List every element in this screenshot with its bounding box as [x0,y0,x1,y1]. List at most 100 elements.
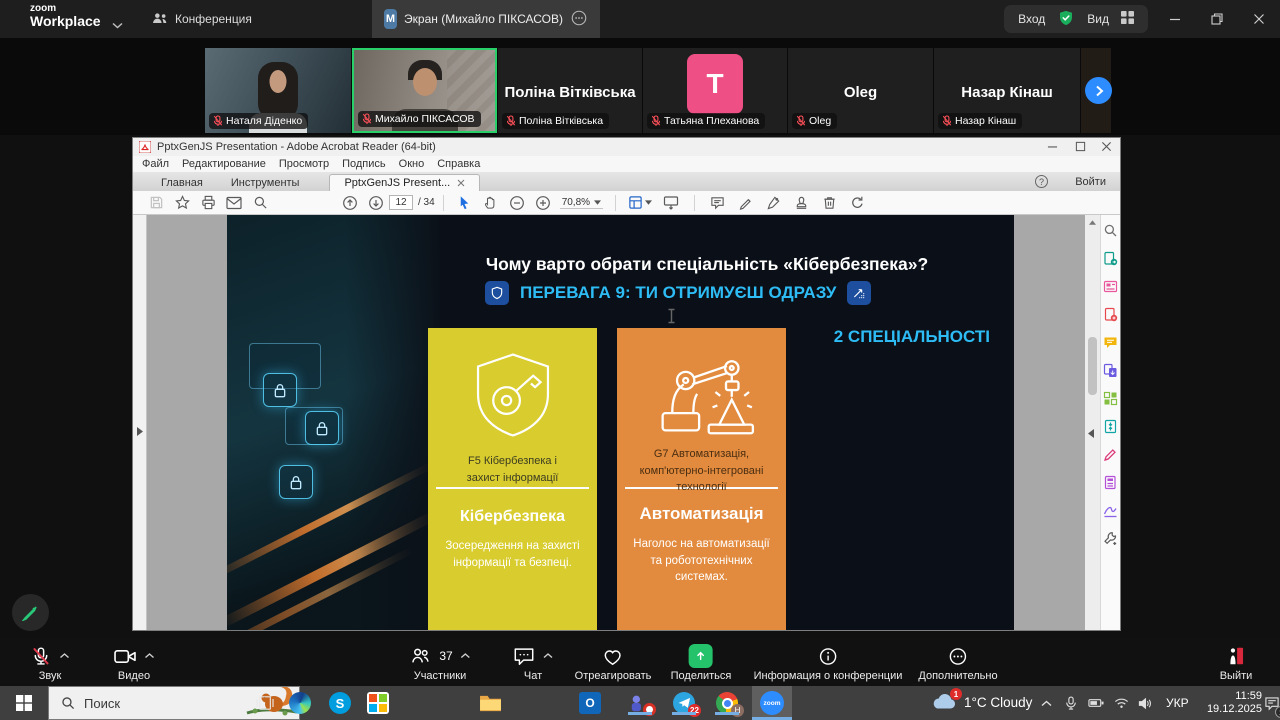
participant-tile[interactable]: Наталя Діденко [205,48,351,133]
chevron-up-icon[interactable] [543,653,553,659]
annotate-button[interactable] [12,594,49,631]
window-restore-button[interactable] [1206,8,1228,30]
weather-widget[interactable]: 1 [930,692,958,717]
hand-tool-button[interactable] [478,195,504,210]
chevron-up-icon[interactable] [461,653,471,659]
tray-battery-icon[interactable] [1084,691,1108,715]
menu-sign[interactable]: Подпись [342,158,386,170]
chevron-up-icon[interactable] [60,653,70,659]
tray-language[interactable]: УКР [1166,686,1189,720]
search-icon[interactable] [1103,223,1118,238]
zoom-in-button[interactable] [530,195,556,211]
edge-button[interactable] [288,691,312,715]
participant-tile[interactable]: Oleg Oleg [788,48,933,133]
convert-pdf-icon[interactable] [1103,475,1118,490]
previous-page-button[interactable] [337,195,363,211]
fill-sign-icon[interactable] [1103,447,1118,462]
participants-button[interactable]: 37 Участники [409,644,470,682]
chevron-down-icon[interactable] [112,16,123,34]
print-button[interactable] [195,195,221,210]
select-tool-button[interactable] [452,195,478,210]
file-explorer-button[interactable] [478,691,502,715]
expand-pane-icon[interactable] [137,427,143,436]
acrobat-title-bar[interactable]: PptxGenJS Presentation - Adobe Acrobat R… [133,138,1120,156]
zoom-app-button[interactable]: zoom [752,686,792,720]
tab-tools[interactable]: Инструменты [217,174,314,191]
task-view-button[interactable] [253,691,277,715]
vertical-scrollbar[interactable] [1085,215,1100,630]
window-close-button[interactable] [1248,8,1270,30]
view-button[interactable]: Вид [1087,12,1109,26]
action-center-button[interactable]: 1 [1260,691,1280,715]
scroll-up-icon[interactable] [1089,220,1096,225]
menu-window[interactable]: Окно [399,158,425,170]
leave-button[interactable]: Выйти [1220,644,1253,682]
window-minimize-button[interactable] [1164,8,1186,30]
weather-text[interactable]: 1°C Cloudy [964,686,1032,720]
organize-pages-icon[interactable] [1103,391,1118,406]
chevron-up-icon[interactable] [145,653,155,659]
help-icon[interactable]: ? [1035,175,1048,188]
draw-tool-button[interactable] [731,195,759,210]
comment-icon[interactable] [1103,335,1118,350]
scrollbar-thumb[interactable] [1088,337,1097,395]
page-display-select[interactable] [624,195,656,210]
save-button[interactable] [143,195,169,210]
acrobat-maximize-button[interactable] [1075,141,1086,155]
telegram-button[interactable]: 22 [672,691,696,715]
tab-meeting[interactable]: Конференция [152,0,252,38]
presentation-mode-button[interactable] [656,195,686,211]
tab-home[interactable]: Главная [147,174,217,191]
outlook-button[interactable]: O [578,691,602,715]
gallery-view-icon[interactable] [1121,11,1134,27]
participant-tile[interactable]: Поліна Вітківська Поліна Вітківська [498,48,642,133]
certificates-icon[interactable] [1103,503,1118,518]
participant-tile[interactable]: Михайло ПІКСАСОВ [352,48,497,133]
combine-files-icon[interactable] [1103,363,1118,378]
meeting-info-button[interactable]: Информация о конференции [754,644,903,682]
sign-in-button[interactable]: Вход [1018,12,1045,26]
acrobat-sign-in-button[interactable]: Войти [1075,176,1106,188]
tray-wifi-icon[interactable] [1109,691,1133,715]
video-button[interactable]: Видео [114,644,155,682]
rotate-view-button[interactable] [843,195,871,210]
participant-tile[interactable]: Назар Кінаш Назар Кінаш [934,48,1080,133]
find-button[interactable] [247,195,273,210]
page-number-input[interactable]: 12 [389,195,413,210]
collapse-tools-icon[interactable] [1088,429,1094,438]
tab-document[interactable]: PptxGenJS Present... [329,174,480,191]
create-pdf-icon[interactable] [1103,307,1118,322]
menu-view[interactable]: Просмотр [279,158,329,170]
tray-clock[interactable]: 11:59 19.12.2025 [1198,690,1262,716]
comment-tool-button[interactable] [703,195,731,210]
menu-edit[interactable]: Редактирование [182,158,266,170]
start-button[interactable] [12,691,36,715]
tray-volume-icon[interactable] [1133,691,1157,715]
edit-pdf-icon[interactable] [1103,279,1118,294]
share-button[interactable]: Поделиться [671,644,732,682]
participant-tile[interactable]: T Татьяна Плеханова [643,48,787,133]
more-button[interactable]: Дополнительно [918,644,997,682]
menu-help[interactable]: Справка [437,158,480,170]
delete-tool-button[interactable] [815,195,843,210]
favorites-star-button[interactable] [169,195,195,210]
zoom-out-button[interactable] [504,195,530,211]
export-pdf-icon[interactable] [1103,251,1118,266]
chat-button[interactable]: Чат [513,644,553,682]
next-page-button[interactable] [363,195,389,211]
zoom-level-select[interactable]: 70,8% [560,197,603,209]
shield-check-icon[interactable] [1057,9,1075,30]
tray-expand-button[interactable] [1034,691,1058,715]
teams-button[interactable] [628,691,652,715]
navigation-pane-strip[interactable] [133,215,147,630]
chrome-button[interactable]: H [715,691,739,715]
email-button[interactable] [221,196,247,210]
acrobat-minimize-button[interactable] [1047,141,1058,155]
store-button[interactable] [366,691,390,715]
tray-mic-icon[interactable] [1059,691,1083,715]
next-participants-button[interactable] [1085,77,1112,104]
stamp-tool-button[interactable] [787,195,815,210]
audio-button[interactable]: Звук [31,644,70,682]
compress-pdf-icon[interactable] [1103,419,1118,434]
sign-tool-button[interactable] [759,195,787,210]
